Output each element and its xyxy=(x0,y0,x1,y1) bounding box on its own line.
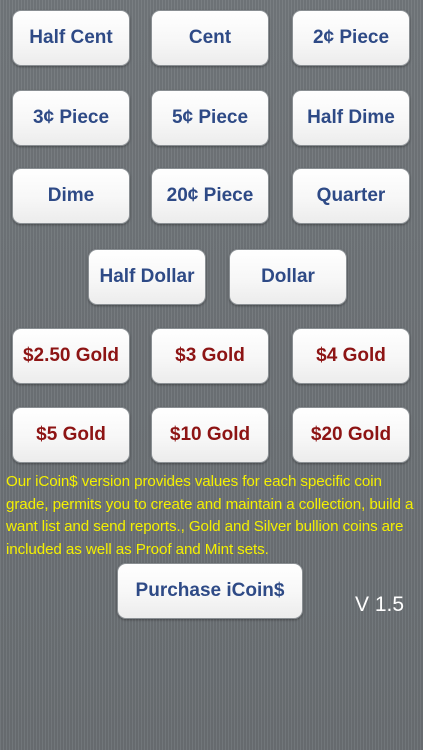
dime-button[interactable]: Dime xyxy=(12,168,130,224)
quarter-button[interactable]: Quarter xyxy=(292,168,410,224)
dollar-button[interactable]: Dollar xyxy=(229,249,347,305)
gold-20-button[interactable]: $20 Gold xyxy=(292,407,410,463)
purchase-icoins-button[interactable]: Purchase iCoin$ xyxy=(117,563,303,619)
cent-button[interactable]: Cent xyxy=(151,10,269,66)
half-dollar-button[interactable]: Half Dollar xyxy=(88,249,206,305)
two-cent-piece-button[interactable]: 2¢ Piece xyxy=(292,10,410,66)
gold-4-button[interactable]: $4 Gold xyxy=(292,328,410,384)
half-dime-button[interactable]: Half Dime xyxy=(292,90,410,146)
three-cent-piece-button[interactable]: 3¢ Piece xyxy=(12,90,130,146)
upgrade-info-text: Our iCoin$ version provides values for e… xyxy=(6,473,414,558)
gold-5-button[interactable]: $5 Gold xyxy=(12,407,130,463)
five-cent-piece-button[interactable]: 5¢ Piece xyxy=(151,90,269,146)
version-label: V 1.5 xyxy=(355,593,405,616)
gold-3-button[interactable]: $3 Gold xyxy=(151,328,269,384)
twenty-cent-piece-button[interactable]: 20¢ Piece xyxy=(151,168,269,224)
half-cent-button[interactable]: Half Cent xyxy=(12,10,130,66)
gold-10-button[interactable]: $10 Gold xyxy=(151,407,269,463)
gold-2-50-button[interactable]: $2.50 Gold xyxy=(12,328,130,384)
